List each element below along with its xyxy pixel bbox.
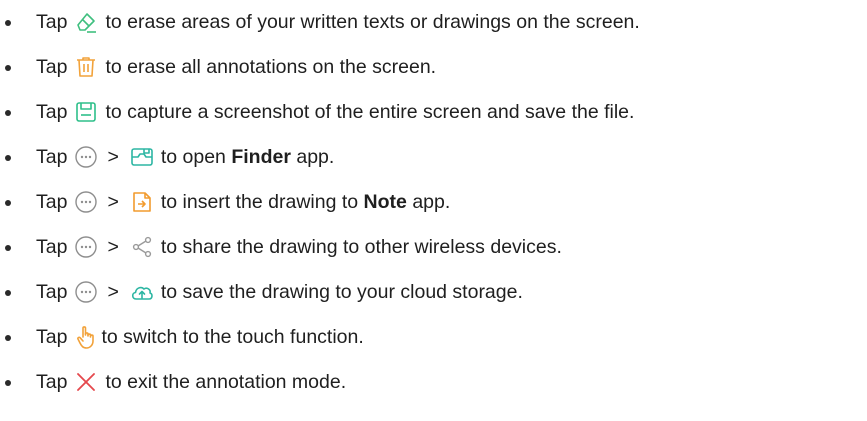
- bullet-icon: [5, 20, 11, 26]
- more-icon: [73, 234, 99, 260]
- tap-word: Tap: [36, 101, 68, 123]
- eraser-icon: [73, 9, 99, 35]
- arrow-separator: >: [107, 191, 119, 213]
- item-text-pre: to open: [160, 146, 226, 168]
- item-text: to capture a screenshot of the entire sc…: [105, 101, 635, 123]
- arrow-separator: >: [107, 281, 119, 303]
- app-name: Note: [363, 191, 407, 213]
- bullet-icon: [5, 155, 11, 161]
- more-icon: [73, 279, 99, 305]
- item-text: to erase all annotations on the screen.: [105, 56, 437, 78]
- bullet-icon: [5, 245, 11, 251]
- arrow-separator: >: [107, 236, 119, 258]
- tap-word: Tap: [36, 191, 68, 213]
- share-icon: [129, 234, 155, 260]
- trash-icon: [73, 54, 99, 80]
- save-icon: [73, 99, 99, 125]
- bullet-icon: [5, 65, 11, 71]
- more-icon: [73, 189, 99, 215]
- tap-word: Tap: [36, 11, 68, 33]
- item-text: to share the drawing to other wireless d…: [160, 236, 562, 258]
- bullet-icon: [5, 335, 11, 341]
- item-text-post: app.: [412, 191, 451, 213]
- tap-word: Tap: [36, 371, 68, 393]
- tap-word: Tap: [36, 236, 68, 258]
- insert-note-icon: [129, 189, 155, 215]
- item-text: to switch to the touch function.: [101, 326, 364, 348]
- tap-word: Tap: [36, 326, 68, 348]
- arrow-separator: >: [107, 146, 119, 168]
- more-icon: [73, 144, 99, 170]
- item-text: to exit the annotation mode.: [105, 371, 347, 393]
- close-icon: [73, 369, 99, 395]
- item-text-post: app.: [296, 146, 335, 168]
- tap-word: Tap: [36, 281, 68, 303]
- cloud-upload-icon: [129, 279, 155, 305]
- bullet-icon: [5, 290, 11, 296]
- item-text-pre: to insert the drawing to: [160, 191, 359, 213]
- tap-word: Tap: [36, 56, 68, 78]
- item-text: to erase areas of your written texts or …: [105, 11, 640, 33]
- app-name: Finder: [231, 146, 291, 168]
- hand-touch-icon: [73, 324, 99, 350]
- finder-icon: [129, 144, 155, 170]
- tap-word: Tap: [36, 146, 68, 168]
- bullet-icon: [5, 380, 11, 386]
- item-text: to save the drawing to your cloud storag…: [160, 281, 523, 303]
- bullet-icon: [5, 110, 11, 116]
- bullet-icon: [5, 200, 11, 206]
